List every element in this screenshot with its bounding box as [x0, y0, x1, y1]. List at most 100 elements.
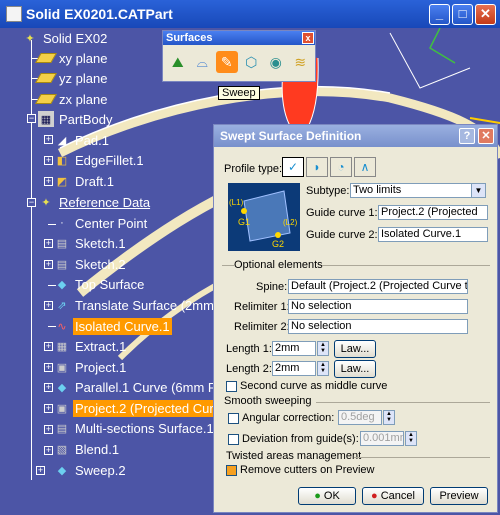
tree-item-isolated-curve[interactable]: ∿ Isolated Curve.1 [54, 316, 172, 336]
expand-toggle[interactable]: + [44, 239, 53, 248]
blend-tool-icon[interactable]: ≋ [290, 51, 312, 73]
guide2-label: Guide curve 2: [306, 229, 378, 241]
toolbar-close-button[interactable]: x [302, 32, 314, 44]
profile-conic-icon[interactable]: ∧ [354, 157, 376, 177]
tree-item-label: Pad.1 [75, 132, 109, 148]
dialog-titlebar[interactable]: Swept Surface Definition ? ✕ [214, 125, 497, 147]
length1-field[interactable]: 2mm [272, 341, 316, 356]
project-icon: ▣ [56, 361, 68, 374]
chevron-down-icon[interactable]: ▼ [471, 184, 485, 197]
cancel-icon: ● [371, 490, 378, 502]
relimiter2-field[interactable]: No selection [288, 319, 468, 334]
tree-item-extract[interactable]: ▦ Extract.1 [54, 336, 128, 356]
tree-item-center-point[interactable]: · Center Point [54, 213, 149, 233]
angular-correction-checkbox[interactable] [228, 413, 239, 424]
tree-item-project-1[interactable]: ▣ Project.1 [54, 357, 128, 377]
twisted-areas-label: Twisted areas management [226, 450, 362, 462]
tree-item-parallel-curve[interactable]: ◆ Parallel.1 Curve (6mm Fr [54, 377, 222, 397]
law2-button[interactable]: Law... [334, 360, 376, 378]
expand-toggle[interactable]: + [44, 342, 53, 351]
cancel-button[interactable]: ● Cancel [362, 487, 424, 505]
surface-icon: ◆ [57, 278, 67, 291]
tree-item-sweep[interactable]: ◆ Sweep.2 [54, 460, 128, 480]
tree-item-label: Multi-sections Surface.1 [75, 420, 214, 436]
tree-item-reference-data[interactable]: ✦ Reference Data [38, 192, 152, 212]
expand-toggle[interactable]: + [44, 177, 53, 186]
length2-field[interactable]: 2mm [272, 361, 316, 376]
expand-toggle[interactable]: + [44, 446, 53, 455]
length1-label: Length 1: [226, 343, 272, 355]
tree-item-xy-plane[interactable]: xy plane [35, 48, 109, 68]
catia-window: Solid EX0201.CATPart _ □ ✕ ✦ Solid EX02 … [0, 0, 500, 515]
expand-toggle[interactable]: + [44, 260, 53, 269]
length1-spinner[interactable]: ▲ ▼ [317, 341, 329, 356]
fieldset-border [316, 402, 490, 403]
tree-item-translate-surface[interactable]: ⇗ Translate Surface (2mm [54, 295, 216, 315]
expand-toggle[interactable]: + [44, 363, 53, 372]
optional-elements-label: Optional elements [234, 259, 323, 271]
tree-item-pad[interactable]: ◢ Pad.1 [54, 130, 111, 150]
help-button[interactable]: ? [459, 128, 475, 144]
surfaces-toolbar-header[interactable]: Surfaces x [163, 31, 315, 45]
expand-toggle[interactable]: + [44, 383, 53, 392]
tree-item-draft[interactable]: ◩ Draft.1 [54, 171, 116, 191]
expand-toggle[interactable]: + [44, 156, 53, 165]
tree-item-edgefillet[interactable]: ◧ EdgeFillet.1 [54, 150, 146, 170]
expand-toggle[interactable]: + [44, 425, 53, 434]
offset-icon[interactable]: ⌓ [192, 51, 214, 73]
sweep-tooltip: Sweep [218, 86, 260, 100]
length2-spinner[interactable]: ▲ ▼ [317, 361, 329, 376]
close-button[interactable]: ✕ [475, 4, 496, 25]
sweep-tool-icon[interactable]: ✎ [216, 51, 238, 73]
tree-item-label: Extract.1 [75, 338, 127, 354]
angular-correction-field[interactable]: 0.5deg [338, 410, 382, 425]
tree-item-label: Isolated Curve.1 [73, 317, 172, 335]
tree-item-multi-sections[interactable]: ▤ Multi-sections Surface.1 [54, 418, 216, 438]
tree-item-zx-plane[interactable]: zx plane [35, 89, 109, 109]
profile-line-icon[interactable]: ◗ [306, 157, 328, 177]
tree-item-blend[interactable]: ▧ Blend.1 [54, 439, 121, 459]
window-titlebar[interactable]: Solid EX0201.CATPart _ □ ✕ [0, 0, 500, 28]
deviation-checkbox[interactable] [228, 434, 239, 445]
guide2-field[interactable]: Isolated Curve.1 [378, 227, 488, 242]
tree-item-yz-plane[interactable]: yz plane [35, 68, 109, 88]
ok-button[interactable]: ● OK [298, 487, 356, 505]
preview-button[interactable]: Preview [430, 487, 488, 505]
profile-explicit-icon[interactable]: ✓ [282, 157, 304, 177]
minimize-button[interactable]: _ [429, 4, 450, 25]
expand-toggle[interactable]: − [27, 198, 36, 207]
deviation-spinner[interactable]: ▲ ▼ [405, 431, 417, 446]
tree-root[interactable]: ✦ Solid EX02 [22, 28, 109, 48]
tree-item-sketch-1[interactable]: ▤ Sketch.1 [54, 233, 128, 253]
expand-toggle[interactable]: + [44, 404, 53, 413]
profile-circle-icon[interactable]: ◔ [330, 157, 352, 177]
fill-icon[interactable]: ⬡ [241, 51, 263, 73]
expand-toggle[interactable]: + [44, 135, 53, 144]
length2-label: Length 2: [226, 363, 272, 375]
second-curve-checkbox[interactable] [226, 381, 237, 392]
surfaces-toolbar-icons: ⛰ ⌓ ✎ ⬡ ◉ ≋ [163, 45, 315, 79]
guide1-field[interactable]: Project.2 (Projected [378, 205, 488, 220]
tree-item-partbody[interactable]: ▦ PartBody [38, 109, 114, 129]
deviation-field[interactable]: 0.001mm [360, 431, 404, 446]
sketch-icon: ▤ [56, 237, 68, 250]
expand-toggle[interactable]: + [36, 466, 45, 475]
remove-cutters-checkbox[interactable] [226, 465, 237, 476]
expand-toggle[interactable]: − [27, 114, 36, 123]
spine-field[interactable]: Default (Project.2 (Projected Curve to [288, 279, 468, 294]
subtype-combo[interactable]: Two limits ▼ [350, 183, 486, 198]
relimiter1-field[interactable]: No selection [288, 299, 468, 314]
expand-toggle[interactable]: + [44, 301, 53, 310]
maximize-button[interactable]: □ [452, 4, 473, 25]
tree-item-project-2[interactable]: ▣ Project.2 (Projected Cur [54, 398, 216, 418]
angular-spinner[interactable]: ▲ ▼ [383, 410, 395, 425]
svg-text:(L2): (L2) [283, 218, 298, 227]
guide1-label: Guide curve 1: [306, 207, 378, 219]
multi-section-icon[interactable]: ◉ [265, 51, 287, 73]
dialog-close-button[interactable]: ✕ [478, 128, 494, 144]
remove-cutters-label: Remove cutters on Preview [240, 464, 375, 476]
extrude-icon[interactable]: ⛰ [167, 51, 189, 73]
tree-item-top-surface[interactable]: ◆ Top Surface [54, 274, 146, 294]
tree-item-sketch-2[interactable]: ▤ Sketch.2 [54, 254, 128, 274]
law1-button[interactable]: Law... [334, 340, 376, 358]
